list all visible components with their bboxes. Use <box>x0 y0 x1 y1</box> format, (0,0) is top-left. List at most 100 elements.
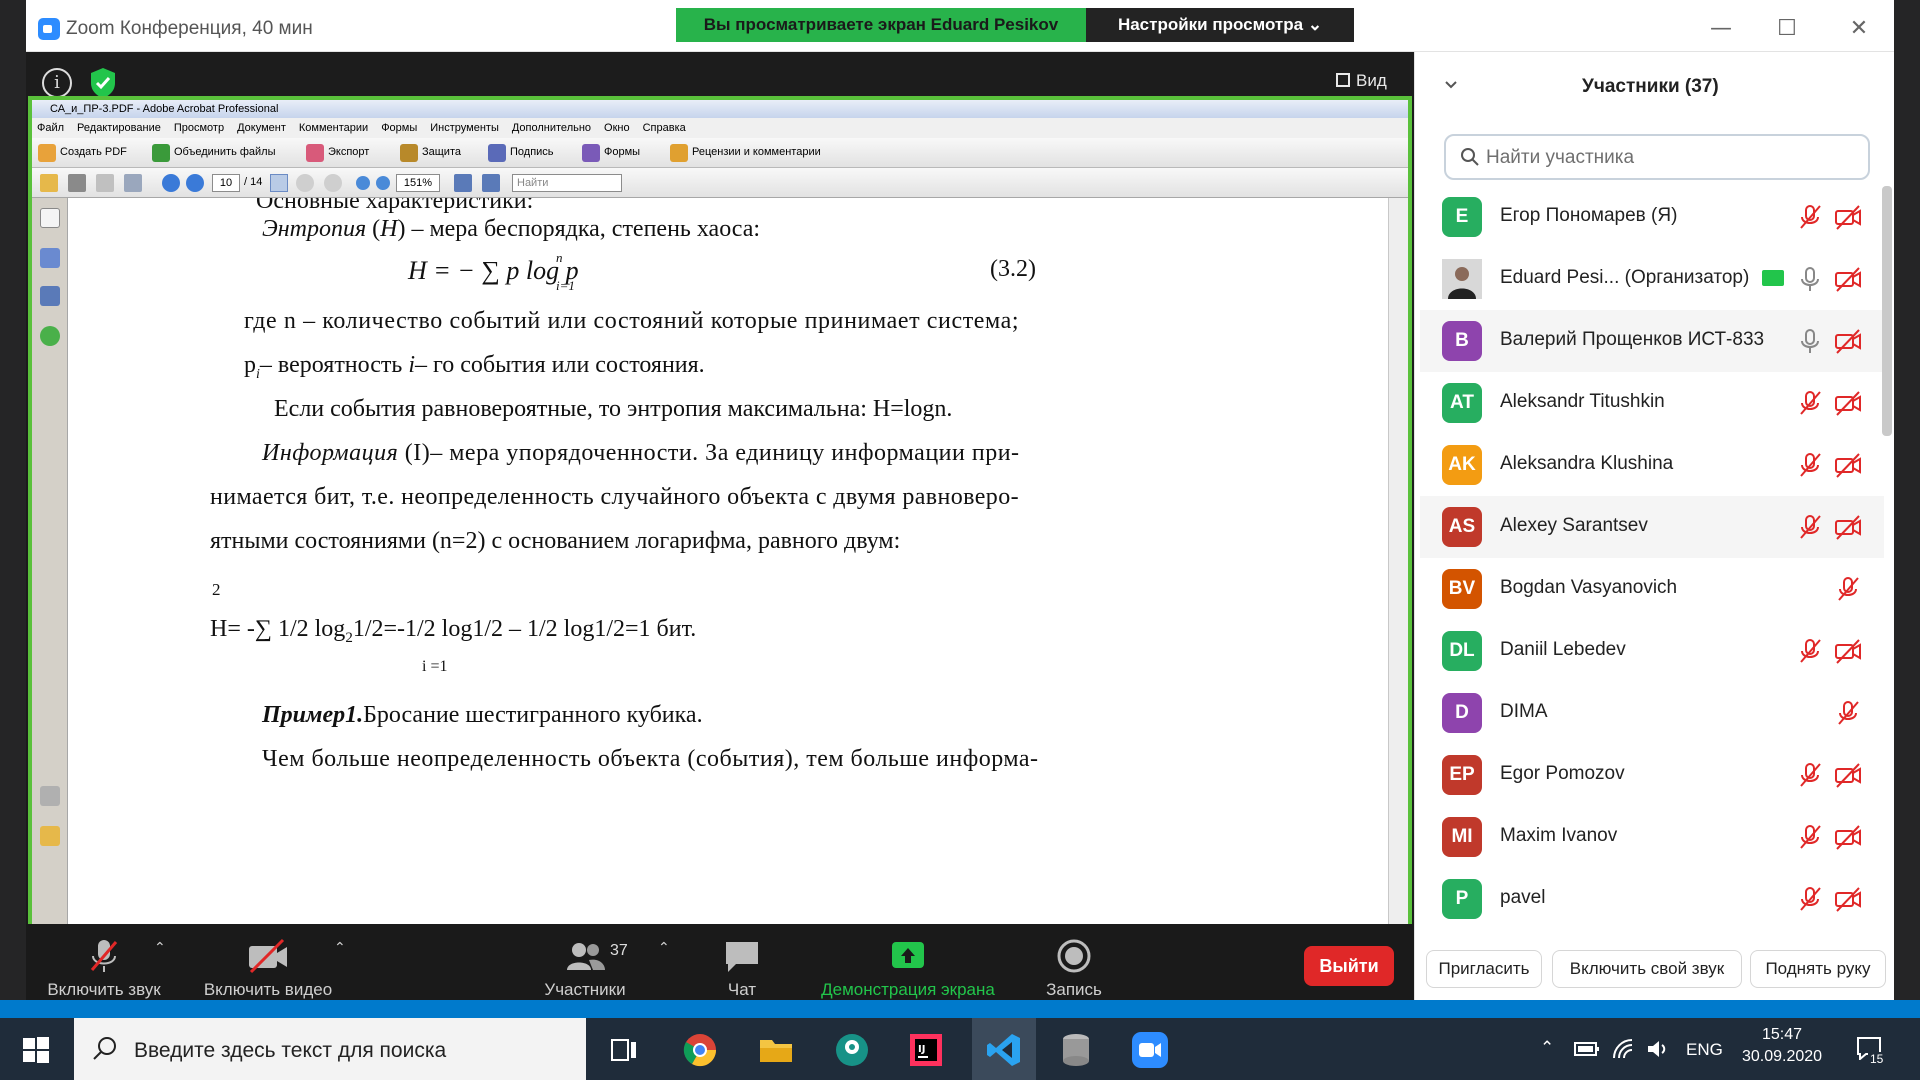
maximize-button[interactable]: ☐ <box>1772 14 1802 44</box>
protect-button[interactable]: Защита <box>422 146 461 158</box>
minimize-button[interactable]: — <box>1706 14 1736 44</box>
participants-options-caret[interactable]: ⌃ <box>658 940 670 956</box>
start-video-button[interactable]: Включить видео <box>196 936 340 999</box>
pages-panel-icon[interactable] <box>40 208 60 228</box>
video-off-icon[interactable] <box>1834 389 1862 417</box>
signatures-panel-icon[interactable] <box>40 286 60 306</box>
leave-meeting-button[interactable]: Выйти <box>1304 946 1394 986</box>
participant-row[interactable]: AS Alexey Sarantsev <box>1420 496 1884 558</box>
mic-muted-icon[interactable] <box>1796 451 1824 479</box>
acrobat-menu-item[interactable]: Редактирование <box>77 118 161 138</box>
mic-icon[interactable] <box>1796 265 1824 293</box>
participant-row[interactable]: BV Bogdan Vasyanovich <box>1420 558 1884 620</box>
zoom-level-select[interactable]: 151% <box>396 174 440 192</box>
video-off-icon[interactable] <box>1834 885 1862 913</box>
video-off-icon[interactable] <box>1834 451 1862 479</box>
share-screen-button[interactable]: Демонстрация экрана <box>810 936 1006 999</box>
participant-row[interactable]: AT Aleksandr Titushkin <box>1420 372 1884 434</box>
participant-row[interactable]: AK Aleksandra Klushina <box>1420 434 1884 496</box>
unmute-self-button[interactable]: Включить свой звук <box>1552 950 1742 988</box>
forms-button[interactable]: Формы <box>604 146 640 158</box>
find-input[interactable]: Найти <box>512 174 622 192</box>
mic-muted-icon[interactable] <box>1796 885 1824 913</box>
zoom-in-icon[interactable] <box>376 176 390 190</box>
task-view-icon[interactable] <box>604 1030 644 1070</box>
video-off-icon[interactable] <box>1834 823 1862 851</box>
pdf-vertical-scrollbar[interactable] <box>1388 198 1408 926</box>
create-pdf-button[interactable]: Создать PDF <box>60 146 127 158</box>
acrobat-menu-item[interactable]: Просмотр <box>174 118 224 138</box>
comments-panel-icon[interactable] <box>40 826 60 846</box>
mic-muted-icon[interactable] <box>1796 513 1824 541</box>
raise-hand-button[interactable]: Поднять руку <box>1750 950 1886 988</box>
wifi-icon[interactable] <box>1612 1038 1634 1060</box>
combine-files-button[interactable]: Объединить файлы <box>174 146 276 158</box>
participant-row[interactable]: Ppavel <box>1420 868 1884 930</box>
attachments-icon[interactable] <box>40 786 60 806</box>
zoom-out-icon[interactable] <box>356 176 370 190</box>
vscode-icon[interactable] <box>984 1030 1024 1070</box>
video-off-icon[interactable] <box>1834 327 1862 355</box>
participant-row[interactable]: Eduard Pesi... (Организатор) <box>1420 248 1884 310</box>
info-icon[interactable]: i <box>42 68 72 98</box>
mic-muted-icon[interactable] <box>1796 203 1824 231</box>
participant-row[interactable]: E Егор Пономарев (Я) <box>1420 186 1884 248</box>
participant-row[interactable]: EP Egor Pomozov <box>1420 744 1884 806</box>
battery-icon[interactable] <box>1574 1040 1600 1058</box>
video-off-icon[interactable] <box>1834 513 1862 541</box>
mic-muted-icon[interactable] <box>1796 637 1824 665</box>
invite-button[interactable]: Пригласить <box>1426 950 1542 988</box>
audio-options-caret[interactable]: ⌃ <box>154 940 166 956</box>
mic-muted-icon[interactable] <box>1834 575 1862 603</box>
sign-button[interactable]: Подпись <box>510 146 554 158</box>
view-options-button[interactable]: Настройки просмотра ⌄ <box>1086 8 1354 42</box>
save-icon[interactable] <box>96 174 114 192</box>
volume-icon[interactable] <box>1646 1038 1670 1060</box>
tray-expand-icon[interactable]: ⌃ <box>1540 1038 1554 1058</box>
video-off-icon[interactable] <box>1834 637 1862 665</box>
zoom-app-icon[interactable] <box>1130 1030 1170 1070</box>
acrobat-menu-item[interactable]: Документ <box>237 118 286 138</box>
git-kraken-icon[interactable] <box>832 1030 872 1070</box>
participants-scrollbar[interactable] <box>1882 186 1892 436</box>
mic-muted-icon[interactable] <box>1796 389 1824 417</box>
open-folder-icon[interactable] <box>40 174 58 192</box>
security-shield-icon[interactable] <box>88 66 118 100</box>
taskbar-clock[interactable]: 15:47 30.09.2020 <box>1742 1026 1822 1066</box>
chrome-icon[interactable] <box>680 1030 720 1070</box>
acrobat-menu-item[interactable]: Справка <box>643 118 686 138</box>
video-options-caret[interactable]: ⌃ <box>334 940 346 956</box>
participant-row[interactable]: MI Maxim Ivanov <box>1420 806 1884 868</box>
close-button[interactable]: ✕ <box>1844 14 1874 44</box>
print-icon[interactable] <box>68 174 86 192</box>
help-icon[interactable] <box>40 326 60 346</box>
mic-icon[interactable] <box>1796 327 1824 355</box>
export-button[interactable]: Экспорт <box>328 146 369 158</box>
hand-tool-icon[interactable] <box>296 174 314 192</box>
mic-muted-icon[interactable] <box>1796 823 1824 851</box>
fit-width-icon[interactable] <box>482 174 500 192</box>
page-number-input[interactable]: 10 <box>212 174 240 192</box>
mic-muted-icon[interactable] <box>1796 761 1824 789</box>
acrobat-menu-item[interactable]: Комментарии <box>299 118 368 138</box>
zoom-tool-icon[interactable] <box>324 174 342 192</box>
view-button[interactable]: Вид <box>1336 66 1402 96</box>
intellij-icon[interactable]: IJ <box>906 1030 946 1070</box>
bookmarks-panel-icon[interactable] <box>40 248 60 268</box>
chat-button[interactable]: Чат <box>712 936 772 999</box>
select-text-icon[interactable] <box>270 174 288 192</box>
acrobat-menu-item[interactable]: Окно <box>604 118 630 138</box>
acrobat-menu-item[interactable]: Файл <box>37 118 64 138</box>
language-indicator[interactable]: ENG <box>1686 1040 1723 1060</box>
video-off-icon[interactable] <box>1834 265 1862 293</box>
acrobat-menu-item[interactable]: Формы <box>381 118 417 138</box>
participant-row[interactable]: DL Daniil Lebedev <box>1420 620 1884 682</box>
database-icon[interactable] <box>1056 1030 1096 1070</box>
previous-page-icon[interactable] <box>162 174 180 192</box>
fit-page-icon[interactable] <box>454 174 472 192</box>
file-explorer-icon[interactable] <box>756 1030 796 1070</box>
video-off-icon[interactable] <box>1834 761 1862 789</box>
video-off-icon[interactable] <box>1834 203 1862 231</box>
participant-row[interactable]: D DIMA <box>1420 682 1884 744</box>
participant-row[interactable]: B Валерий Прощенков ИСТ-833 <box>1420 310 1884 372</box>
